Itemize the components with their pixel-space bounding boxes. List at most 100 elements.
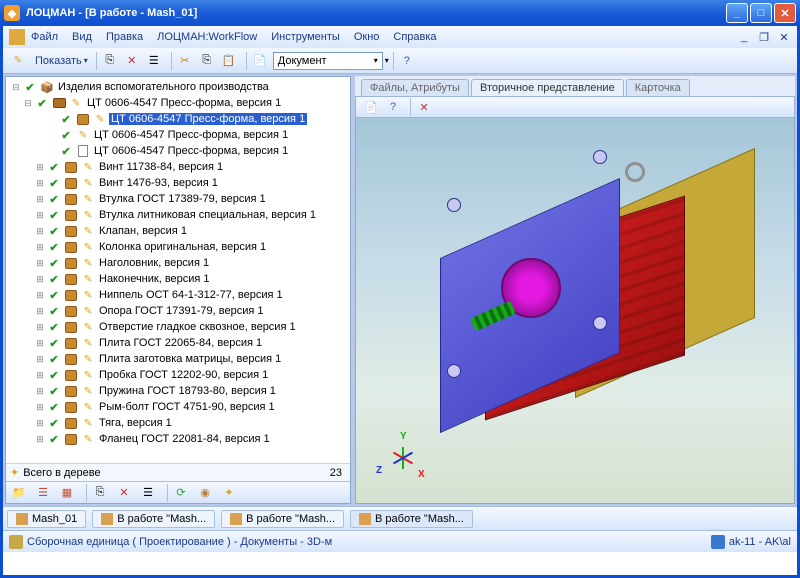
- expand-icon[interactable]: ⊞: [34, 338, 46, 349]
- tree-item[interactable]: Винт 1476-93, версия 1: [97, 177, 220, 189]
- tree-item[interactable]: Отверстие гладкое сквозное, версия 1: [97, 321, 298, 333]
- expand-icon[interactable]: ⊞: [34, 226, 46, 237]
- maximize-button[interactable]: □: [750, 3, 772, 23]
- copy-icon[interactable]: ⎘: [101, 52, 119, 70]
- expand-icon[interactable]: ⊞: [34, 258, 46, 269]
- cut-icon[interactable]: ✂: [176, 52, 194, 70]
- expand-icon[interactable]: ⊞: [34, 290, 46, 301]
- task-button[interactable]: В работе "Mash...: [221, 510, 344, 528]
- menu-window[interactable]: Окно: [354, 31, 380, 43]
- tree-item[interactable]: Наголовник, версия 1: [97, 257, 211, 269]
- 3d-icon[interactable]: ◉: [196, 484, 214, 502]
- check-icon: ✔: [58, 112, 74, 126]
- tree-item[interactable]: Втулка литниковая специальная, версия 1: [97, 209, 318, 221]
- mdi-close-button[interactable]: ✕: [777, 31, 791, 43]
- expand-icon[interactable]: ⊞: [34, 418, 46, 429]
- properties-icon[interactable]: ☰: [145, 52, 163, 70]
- expand-icon[interactable]: ⊞: [34, 354, 46, 365]
- tree-item[interactable]: Плита заготовка матрицы, версия 1: [97, 353, 283, 365]
- delete-icon[interactable]: ✕: [115, 484, 133, 502]
- menu-view[interactable]: Вид: [72, 31, 92, 43]
- copy-icon[interactable]: ⎘: [91, 484, 109, 502]
- part-icon: [63, 384, 79, 398]
- edit-icon: ✎: [80, 224, 96, 238]
- report-icon[interactable]: 📄: [251, 52, 269, 70]
- mdi-minimize-button[interactable]: _: [737, 31, 751, 43]
- collapse-icon[interactable]: ⊟: [22, 98, 34, 109]
- delete-icon[interactable]: ✕: [123, 52, 141, 70]
- menu-tools[interactable]: Инструменты: [271, 31, 340, 43]
- copy2-icon[interactable]: ⎘: [198, 52, 216, 70]
- tree-item[interactable]: Тяга, версия 1: [97, 417, 174, 429]
- star-icon[interactable]: ✦: [220, 484, 238, 502]
- task-button[interactable]: Mash_01: [7, 510, 86, 528]
- menu-workflow[interactable]: ЛОЦМАН:WorkFlow: [157, 31, 257, 43]
- expand-icon[interactable]: ⊞: [34, 274, 46, 285]
- paste-icon[interactable]: 📋: [220, 52, 238, 70]
- show-dropdown[interactable]: Показать: [31, 55, 92, 67]
- edit-icon[interactable]: ✎: [9, 52, 27, 70]
- tree-item[interactable]: Втулка ГОСТ 17389-79, версия 1: [97, 193, 268, 205]
- expand-icon[interactable]: ⊞: [34, 194, 46, 205]
- 3d-viewport[interactable]: X Y Z: [355, 118, 795, 504]
- expand-icon[interactable]: ⊞: [34, 178, 46, 189]
- edit-icon: ✎: [80, 368, 96, 382]
- tool1-icon[interactable]: ☰: [34, 484, 52, 502]
- help-icon[interactable]: ?: [398, 52, 416, 70]
- close-button[interactable]: ✕: [774, 3, 796, 23]
- tree-item[interactable]: ЦТ 0606-4547 Пресс-форма, версия 1: [92, 129, 290, 141]
- check-icon: ✔: [46, 352, 62, 366]
- expand-icon[interactable]: ⊞: [34, 322, 46, 333]
- doc-icon: [230, 513, 242, 525]
- tree-item[interactable]: Наконечник, версия 1: [97, 273, 212, 285]
- tree-root[interactable]: Изделия вспомогательного производства: [56, 81, 271, 93]
- menu-help[interactable]: Справка: [393, 31, 436, 43]
- menu-edit[interactable]: Правка: [106, 31, 143, 43]
- close-view-icon[interactable]: ✕: [415, 98, 433, 116]
- expand-icon[interactable]: ⊞: [34, 386, 46, 397]
- tree-item[interactable]: Клапан, версия 1: [97, 225, 189, 237]
- mdi-restore-button[interactable]: ❐: [757, 31, 771, 43]
- part-icon: [63, 240, 79, 254]
- expand-icon[interactable]: ⊞: [34, 242, 46, 253]
- props-icon[interactable]: ☰: [139, 484, 157, 502]
- minimize-button[interactable]: _: [726, 3, 748, 23]
- check-icon: ✔: [22, 80, 38, 94]
- task-button[interactable]: В работе "Mash...: [92, 510, 215, 528]
- collapse-icon[interactable]: ⊟: [10, 82, 22, 93]
- tree-item[interactable]: Ниппель ОСТ 64-1-312-77, версия 1: [97, 289, 285, 301]
- page-icon[interactable]: 📄: [362, 98, 380, 116]
- tree-item[interactable]: Колонка оригинальная, версия 1: [97, 241, 268, 253]
- help-icon[interactable]: ?: [384, 98, 402, 116]
- dropdown-arrow-icon[interactable]: ▾: [385, 56, 389, 65]
- tree-item[interactable]: Плита ГОСТ 22065-84, версия 1: [97, 337, 264, 349]
- check-icon: ✔: [46, 224, 62, 238]
- task-button-active[interactable]: В работе "Mash...: [350, 510, 473, 528]
- status-user: ak-11 - AK\al: [729, 536, 791, 548]
- tree-item-selected[interactable]: ЦТ 0606-4547 Пресс-форма, версия 1: [109, 113, 307, 125]
- expand-icon[interactable]: ⊞: [34, 434, 46, 445]
- tab-card[interactable]: Карточка: [626, 79, 690, 96]
- refresh-icon[interactable]: ⟳: [172, 484, 190, 502]
- tree-item[interactable]: Фланец ГОСТ 22081-84, версия 1: [97, 433, 272, 445]
- tab-files[interactable]: Файлы, Атрибуты: [361, 79, 469, 96]
- tree-item[interactable]: Опора ГОСТ 17391-79, версия 1: [97, 305, 266, 317]
- menu-file[interactable]: Файл: [31, 31, 58, 43]
- document-dropdown[interactable]: Документ: [273, 52, 383, 70]
- expand-icon[interactable]: ⊞: [34, 370, 46, 381]
- tree-item[interactable]: Пробка ГОСТ 12202-90, версия 1: [97, 369, 270, 381]
- tree-item[interactable]: Пружина ГОСТ 18793-80, версия 1: [97, 385, 278, 397]
- expand-icon[interactable]: ⊞: [34, 210, 46, 221]
- expand-icon[interactable]: ⊞: [34, 306, 46, 317]
- viewer-toolbar: 📄 ? ✕: [355, 96, 795, 118]
- tree-item[interactable]: ЦТ 0606-4547 Пресс-форма, версия 1: [85, 97, 283, 109]
- tool2-icon[interactable]: ▦: [58, 484, 76, 502]
- tree-item[interactable]: ЦТ 0606-4547 Пресс-форма, версия 1: [92, 145, 290, 157]
- tree-item[interactable]: Винт 11738-84, версия 1: [97, 161, 225, 173]
- folder-icon[interactable]: 📁: [10, 484, 28, 502]
- expand-icon[interactable]: ⊞: [34, 162, 46, 173]
- expand-icon[interactable]: ⊞: [34, 402, 46, 413]
- object-tree[interactable]: ⊟ ✔ 📦 Изделия вспомогательного производс…: [6, 77, 350, 463]
- tab-secondary-view[interactable]: Вторичное представление: [471, 79, 624, 96]
- tree-item[interactable]: Рым-болт ГОСТ 4751-90, версия 1: [97, 401, 277, 413]
